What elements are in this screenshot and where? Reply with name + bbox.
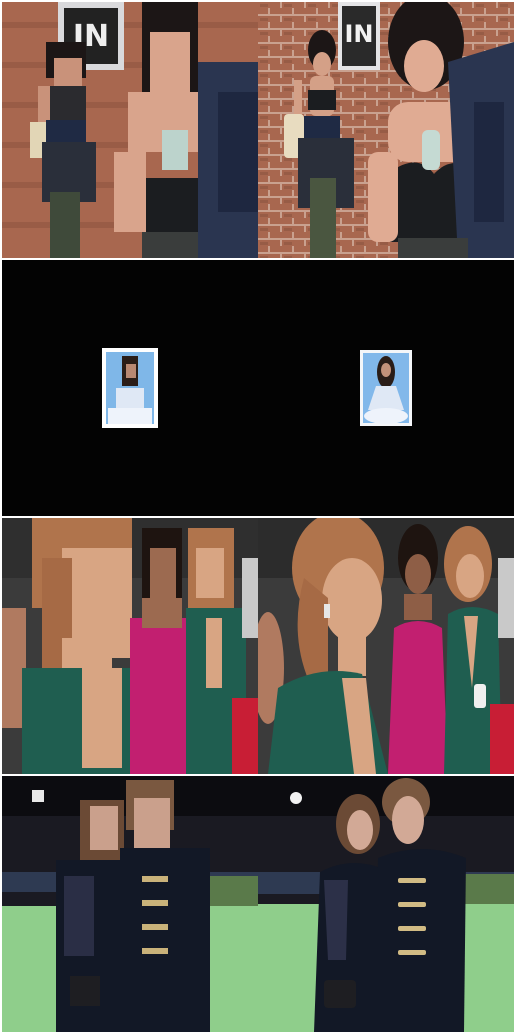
panel-row2-restored bbox=[258, 260, 514, 516]
panel-row1-pixelated: IN bbox=[2, 2, 258, 258]
small-photo-scene-restored bbox=[258, 260, 514, 516]
brick-wall-scene-pixelated: IN bbox=[2, 2, 258, 258]
carpet-scene-restored bbox=[258, 776, 514, 1032]
event-scene-pixelated bbox=[2, 518, 258, 774]
panel-row4-pixelated bbox=[2, 776, 258, 1032]
panel-row1-restored: IN bbox=[258, 2, 514, 258]
brick-wall-scene-restored: IN bbox=[258, 2, 514, 258]
panel-row3-pixelated bbox=[2, 518, 258, 774]
carpet-scene-pixelated bbox=[2, 776, 258, 1032]
sign-text-restored: IN bbox=[344, 20, 373, 48]
small-photo-scene-pixelated bbox=[2, 260, 258, 516]
event-scene-restored bbox=[258, 518, 514, 774]
image-comparison-grid: IN IN bbox=[0, 0, 516, 1034]
panel-row3-restored bbox=[258, 518, 514, 774]
panel-row4-restored bbox=[258, 776, 514, 1032]
panel-row2-pixelated bbox=[2, 260, 258, 516]
